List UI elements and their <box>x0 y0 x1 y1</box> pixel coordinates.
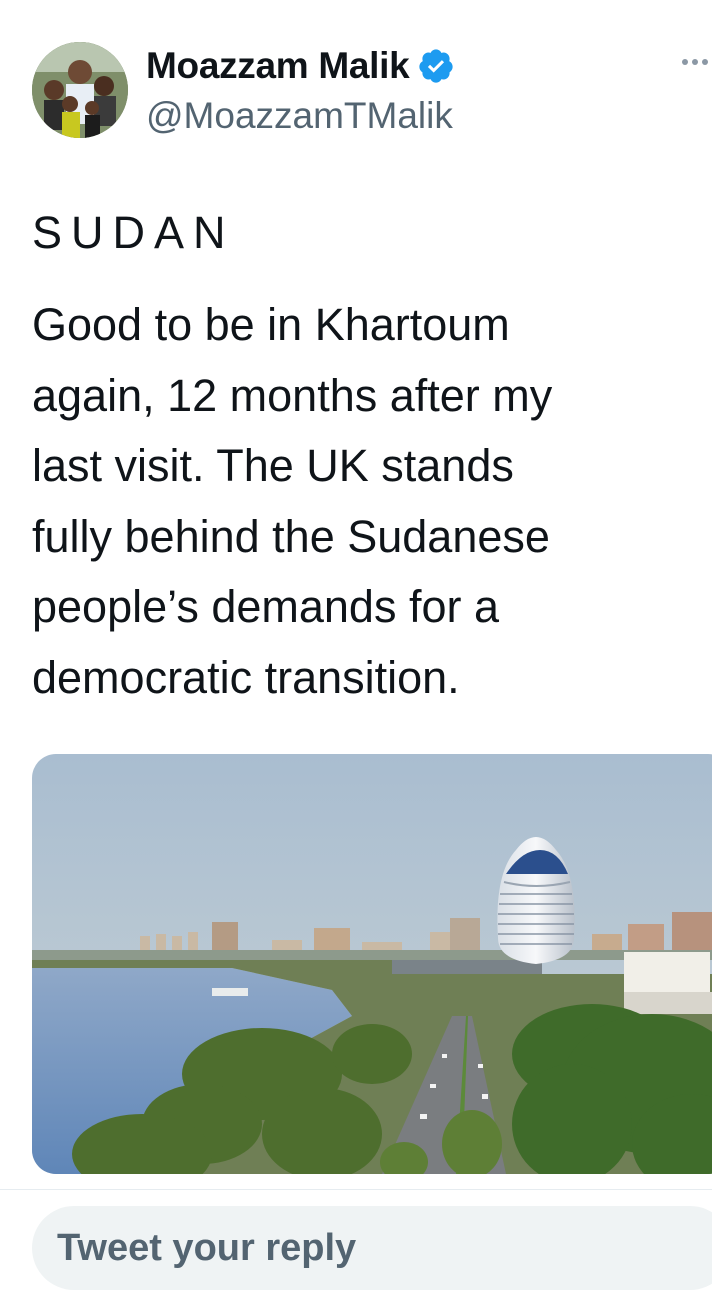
more-options-icon[interactable] <box>682 52 712 72</box>
author-handle[interactable]: @MoazzamTMalik <box>146 94 453 138</box>
tweet-title: SUDAN <box>32 207 235 258</box>
profile-photo <box>32 42 128 138</box>
tweet-photo[interactable] <box>32 754 712 1174</box>
verified-badge-icon <box>419 49 454 83</box>
reply-input[interactable]: Tweet your reply <box>32 1206 712 1290</box>
khartoum-skyline-photo <box>32 754 712 1174</box>
display-name[interactable]: Moazzam Malik <box>146 44 410 88</box>
reply-divider <box>0 1189 712 1190</box>
reply-placeholder: Tweet your reply <box>57 1226 357 1269</box>
tweet-text: Good to be in Khartoum again, 12 months … <box>32 299 553 703</box>
author-name-row[interactable]: Moazzam Malik <box>146 44 455 88</box>
avatar[interactable] <box>32 42 128 138</box>
